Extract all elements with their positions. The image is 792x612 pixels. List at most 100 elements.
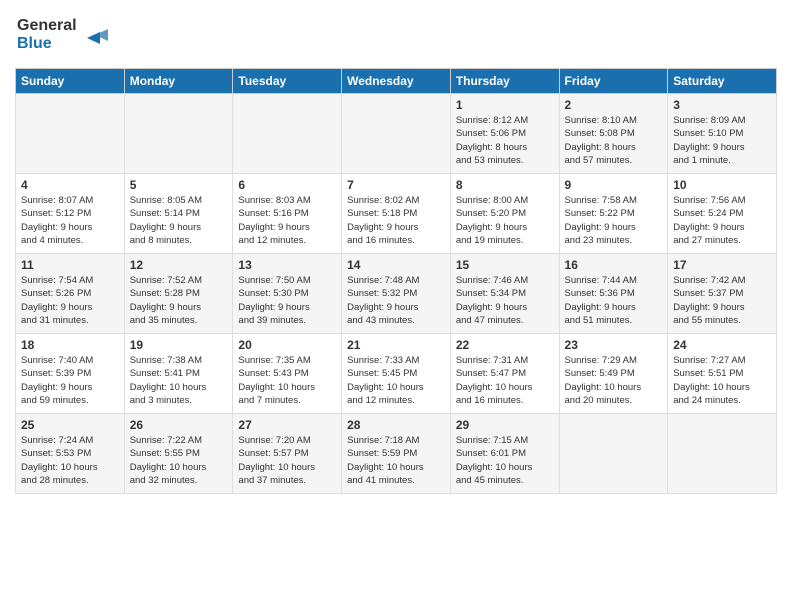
day-info: Sunrise: 8:09 AM Sunset: 5:10 PM Dayligh… [673,114,771,167]
day-cell [668,414,777,494]
day-info: Sunrise: 7:22 AM Sunset: 5:55 PM Dayligh… [130,434,228,487]
day-cell: 3 Sunrise: 8:09 AM Sunset: 5:10 PM Daylig… [668,94,777,174]
day-info: Sunrise: 7:27 AM Sunset: 5:51 PM Dayligh… [673,354,771,407]
day-number: 19 [130,338,228,352]
day-info: Sunrise: 8:07 AM Sunset: 5:12 PM Dayligh… [21,194,119,247]
day-number: 29 [456,418,554,432]
day-info: Sunrise: 7:42 AM Sunset: 5:37 PM Dayligh… [673,274,771,327]
day-number: 17 [673,258,771,272]
day-number: 9 [565,178,663,192]
day-info: Sunrise: 7:18 AM Sunset: 5:59 PM Dayligh… [347,434,445,487]
day-cell [16,94,125,174]
day-cell: 16 Sunrise: 7:44 AM Sunset: 5:36 PM Dayli… [559,254,668,334]
day-cell: 19 Sunrise: 7:38 AM Sunset: 5:41 PM Dayli… [124,334,233,414]
header-cell-sunday: Sunday [16,69,125,94]
day-info: Sunrise: 7:54 AM Sunset: 5:26 PM Dayligh… [21,274,119,327]
svg-text:General: General [17,17,77,34]
day-cell [233,94,342,174]
day-info: Sunrise: 7:56 AM Sunset: 5:24 PM Dayligh… [673,194,771,247]
day-info: Sunrise: 7:46 AM Sunset: 5:34 PM Dayligh… [456,274,554,327]
day-cell: 1 Sunrise: 8:12 AM Sunset: 5:06 PM Daylig… [450,94,559,174]
day-cell: 5 Sunrise: 8:05 AM Sunset: 5:14 PM Daylig… [124,174,233,254]
day-cell: 26 Sunrise: 7:22 AM Sunset: 5:55 PM Dayli… [124,414,233,494]
day-cell: 23 Sunrise: 7:29 AM Sunset: 5:49 PM Dayli… [559,334,668,414]
day-info: Sunrise: 7:38 AM Sunset: 5:41 PM Dayligh… [130,354,228,407]
day-number: 22 [456,338,554,352]
logo-text: General Blue [15,10,125,60]
header-cell-wednesday: Wednesday [342,69,451,94]
day-info: Sunrise: 7:29 AM Sunset: 5:49 PM Dayligh… [565,354,663,407]
day-number: 1 [456,98,554,112]
day-cell: 24 Sunrise: 7:27 AM Sunset: 5:51 PM Dayli… [668,334,777,414]
day-info: Sunrise: 8:05 AM Sunset: 5:14 PM Dayligh… [130,194,228,247]
day-cell: 7Sunrise: 8:02 AM Sunset: 5:18 PM Daylig… [342,174,451,254]
day-cell [559,414,668,494]
day-cell: 18 Sunrise: 7:40 AM Sunset: 5:39 PM Dayli… [16,334,125,414]
day-cell: 17 Sunrise: 7:42 AM Sunset: 5:37 PM Dayli… [668,254,777,334]
day-info: Sunrise: 8:03 AM Sunset: 5:16 PM Dayligh… [238,194,336,247]
header-cell-saturday: Saturday [668,69,777,94]
day-number: 4 [21,178,119,192]
page-container: General Blue SundayMondayTuesdayWednesda… [0,0,792,504]
day-info: Sunrise: 7:50 AM Sunset: 5:30 PM Dayligh… [238,274,336,327]
day-cell [124,94,233,174]
day-number: 10 [673,178,771,192]
day-number: 3 [673,98,771,112]
day-number: 13 [238,258,336,272]
day-number: 24 [673,338,771,352]
week-row-2: 4 Sunrise: 8:07 AM Sunset: 5:12 PM Daylig… [16,174,777,254]
day-number: 12 [130,258,228,272]
day-info: Sunrise: 8:10 AM Sunset: 5:08 PM Dayligh… [565,114,663,167]
day-cell: 12 Sunrise: 7:52 AM Sunset: 5:28 PM Dayli… [124,254,233,334]
day-cell: 15 Sunrise: 7:46 AM Sunset: 5:34 PM Dayli… [450,254,559,334]
day-info: Sunrise: 8:00 AM Sunset: 5:20 PM Dayligh… [456,194,554,247]
header: General Blue [15,10,777,60]
week-row-4: 18 Sunrise: 7:40 AM Sunset: 5:39 PM Dayli… [16,334,777,414]
logo: General Blue [15,10,125,60]
day-info: Sunrise: 7:58 AM Sunset: 5:22 PM Dayligh… [565,194,663,247]
day-number: 16 [565,258,663,272]
day-info: Sunrise: 7:15 AM Sunset: 6:01 PM Dayligh… [456,434,554,487]
day-cell: 9 Sunrise: 7:58 AM Sunset: 5:22 PM Daylig… [559,174,668,254]
day-info: Sunrise: 7:52 AM Sunset: 5:28 PM Dayligh… [130,274,228,327]
day-info: Sunrise: 7:40 AM Sunset: 5:39 PM Dayligh… [21,354,119,407]
day-info: Sunrise: 7:31 AM Sunset: 5:47 PM Dayligh… [456,354,554,407]
header-row: SundayMondayTuesdayWednesdayThursdayFrid… [16,69,777,94]
day-info: Sunrise: 7:33 AM Sunset: 5:45 PM Dayligh… [347,354,445,407]
day-cell: 4 Sunrise: 8:07 AM Sunset: 5:12 PM Daylig… [16,174,125,254]
day-cell: 20 Sunrise: 7:35 AM Sunset: 5:43 PM Dayli… [233,334,342,414]
calendar-table: SundayMondayTuesdayWednesdayThursdayFrid… [15,68,777,494]
day-number: 2 [565,98,663,112]
day-cell [342,94,451,174]
day-cell: 11Sunrise: 7:54 AM Sunset: 5:26 PM Dayli… [16,254,125,334]
day-info: Sunrise: 7:44 AM Sunset: 5:36 PM Dayligh… [565,274,663,327]
day-number: 7 [347,178,445,192]
day-number: 15 [456,258,554,272]
day-info: Sunrise: 8:12 AM Sunset: 5:06 PM Dayligh… [456,114,554,167]
day-cell: 6Sunrise: 8:03 AM Sunset: 5:16 PM Daylig… [233,174,342,254]
day-number: 26 [130,418,228,432]
week-row-3: 11Sunrise: 7:54 AM Sunset: 5:26 PM Dayli… [16,254,777,334]
day-number: 8 [456,178,554,192]
header-cell-monday: Monday [124,69,233,94]
day-number: 20 [238,338,336,352]
day-info: Sunrise: 7:48 AM Sunset: 5:32 PM Dayligh… [347,274,445,327]
week-row-1: 1 Sunrise: 8:12 AM Sunset: 5:06 PM Daylig… [16,94,777,174]
day-cell: 14 Sunrise: 7:48 AM Sunset: 5:32 PM Dayli… [342,254,451,334]
day-info: Sunrise: 7:35 AM Sunset: 5:43 PM Dayligh… [238,354,336,407]
day-cell: 27Sunrise: 7:20 AM Sunset: 5:57 PM Dayli… [233,414,342,494]
day-cell: 8 Sunrise: 8:00 AM Sunset: 5:20 PM Daylig… [450,174,559,254]
week-row-5: 25 Sunrise: 7:24 AM Sunset: 5:53 PM Dayli… [16,414,777,494]
day-number: 14 [347,258,445,272]
header-cell-friday: Friday [559,69,668,94]
day-number: 5 [130,178,228,192]
day-number: 25 [21,418,119,432]
day-number: 18 [21,338,119,352]
day-cell: 10 Sunrise: 7:56 AM Sunset: 5:24 PM Dayli… [668,174,777,254]
day-info: Sunrise: 7:24 AM Sunset: 5:53 PM Dayligh… [21,434,119,487]
svg-text:Blue: Blue [17,35,52,52]
day-number: 23 [565,338,663,352]
day-number: 21 [347,338,445,352]
day-cell: 25 Sunrise: 7:24 AM Sunset: 5:53 PM Dayli… [16,414,125,494]
header-cell-tuesday: Tuesday [233,69,342,94]
